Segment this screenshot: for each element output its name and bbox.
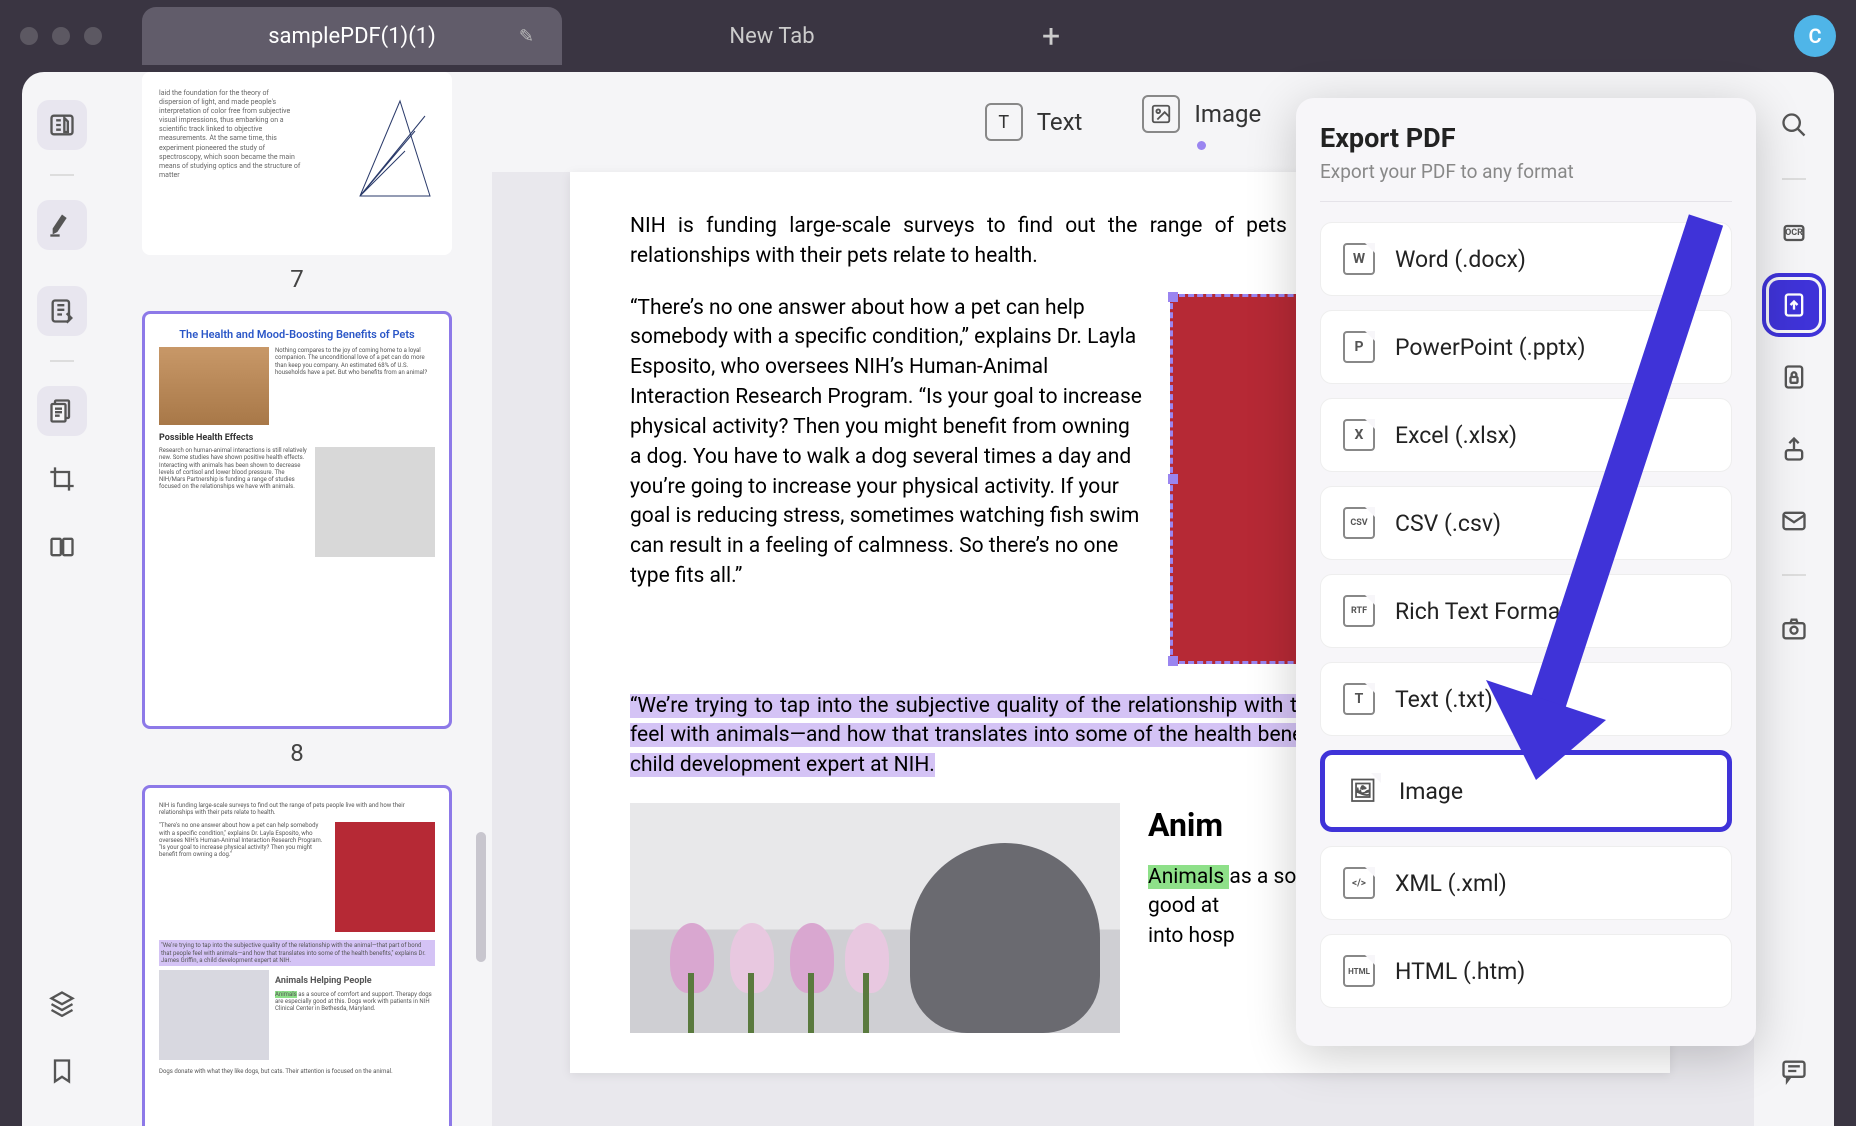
right-toolbar: OCR [1754, 72, 1834, 1126]
export-option-powerpoint[interactable]: PPowerPoint (.pptx) [1320, 310, 1732, 384]
csv-icon: CSV [1343, 507, 1375, 539]
thumbnail-scrollbar[interactable] [476, 832, 486, 962]
resize-handle[interactable] [1168, 292, 1178, 302]
thumbnail-8[interactable]: The Health and Mood-Boosting Benefits of… [142, 311, 452, 767]
panel-subtitle: Export your PDF to any format [1320, 160, 1732, 202]
rtf-icon: RTF [1343, 595, 1375, 627]
minimize-window[interactable] [52, 27, 70, 45]
export-option-excel[interactable]: XExcel (.xlsx) [1320, 398, 1732, 472]
image-icon [1142, 95, 1180, 133]
resize-handle[interactable] [1168, 656, 1178, 666]
email-button[interactable] [1769, 496, 1819, 546]
image-icon: 🖼 [1347, 775, 1379, 807]
search-button[interactable] [1769, 100, 1819, 150]
embedded-image[interactable] [630, 803, 1120, 1033]
left-toolbar [22, 72, 102, 1126]
protect-button[interactable] [1769, 352, 1819, 402]
user-avatar[interactable]: C [1794, 15, 1836, 57]
tab-label: New Tab [729, 24, 814, 49]
tab-active[interactable]: samplePDF(1)(1) ✎ [142, 7, 562, 65]
paragraph: “There’s no one answer about how a pet c… [630, 294, 1142, 592]
comments-button[interactable] [1769, 1046, 1819, 1096]
text-icon: T [985, 103, 1023, 141]
page-manager-button[interactable] [37, 386, 87, 436]
page-number: 7 [142, 265, 452, 293]
reader-mode-button[interactable] [37, 100, 87, 150]
layers-button[interactable] [37, 978, 87, 1028]
title-bar: samplePDF(1)(1) ✎ New Tab + C [0, 0, 1856, 72]
tab-label: samplePDF(1)(1) [268, 24, 436, 49]
thumbnail-7[interactable]: laid the foundation for the theory of di… [142, 72, 452, 293]
export-pdf-panel: Export PDF Export your PDF to any format… [1296, 98, 1756, 1046]
excel-icon: X [1343, 419, 1375, 451]
export-option-text[interactable]: TText (.txt) [1320, 662, 1732, 736]
powerpoint-icon: P [1343, 331, 1375, 363]
text-icon: T [1343, 683, 1375, 715]
ocr-button[interactable]: OCR [1769, 208, 1819, 258]
snapshot-button[interactable] [1769, 604, 1819, 654]
rename-icon[interactable]: ✎ [519, 26, 534, 47]
export-option-word[interactable]: WWord (.docx) [1320, 222, 1732, 296]
image-tool-button[interactable]: Image [1142, 95, 1261, 150]
resize-handle[interactable] [1168, 474, 1178, 484]
window-controls [20, 27, 102, 45]
xml-icon: </> [1343, 867, 1375, 899]
highlighter-button[interactable] [37, 200, 87, 250]
export-option-csv[interactable]: CSVCSV (.csv) [1320, 486, 1732, 560]
html-icon: HTML [1343, 955, 1375, 987]
share-button[interactable] [1769, 424, 1819, 474]
export-option-html[interactable]: HTMLHTML (.htm) [1320, 934, 1732, 1008]
thumbnail-9[interactable]: NIH is funding large-scale surveys to fi… [142, 785, 452, 1126]
compare-button[interactable] [37, 522, 87, 572]
panel-title: Export PDF [1320, 122, 1732, 154]
add-tab-button[interactable]: + [1042, 17, 1060, 55]
export-option-rtf[interactable]: RTFRich Text Format [1320, 574, 1732, 648]
export-option-xml[interactable]: </>XML (.xml) [1320, 846, 1732, 920]
text-tool-button[interactable]: T Text [985, 103, 1083, 141]
crop-button[interactable] [37, 454, 87, 504]
tab-strip: samplePDF(1)(1) ✎ New Tab + [142, 0, 1794, 72]
export-option-image[interactable]: 🖼Image [1320, 750, 1732, 832]
bookmark-button[interactable] [37, 1046, 87, 1096]
annotate-button[interactable] [37, 286, 87, 336]
page-number: 8 [142, 739, 452, 767]
tab-new[interactable]: New Tab [562, 7, 982, 65]
export-button[interactable] [1769, 280, 1819, 330]
thumbnail-panel[interactable]: laid the foundation for the theory of di… [102, 72, 492, 1126]
word-icon: W [1343, 243, 1375, 275]
maximize-window[interactable] [84, 27, 102, 45]
close-window[interactable] [20, 27, 38, 45]
